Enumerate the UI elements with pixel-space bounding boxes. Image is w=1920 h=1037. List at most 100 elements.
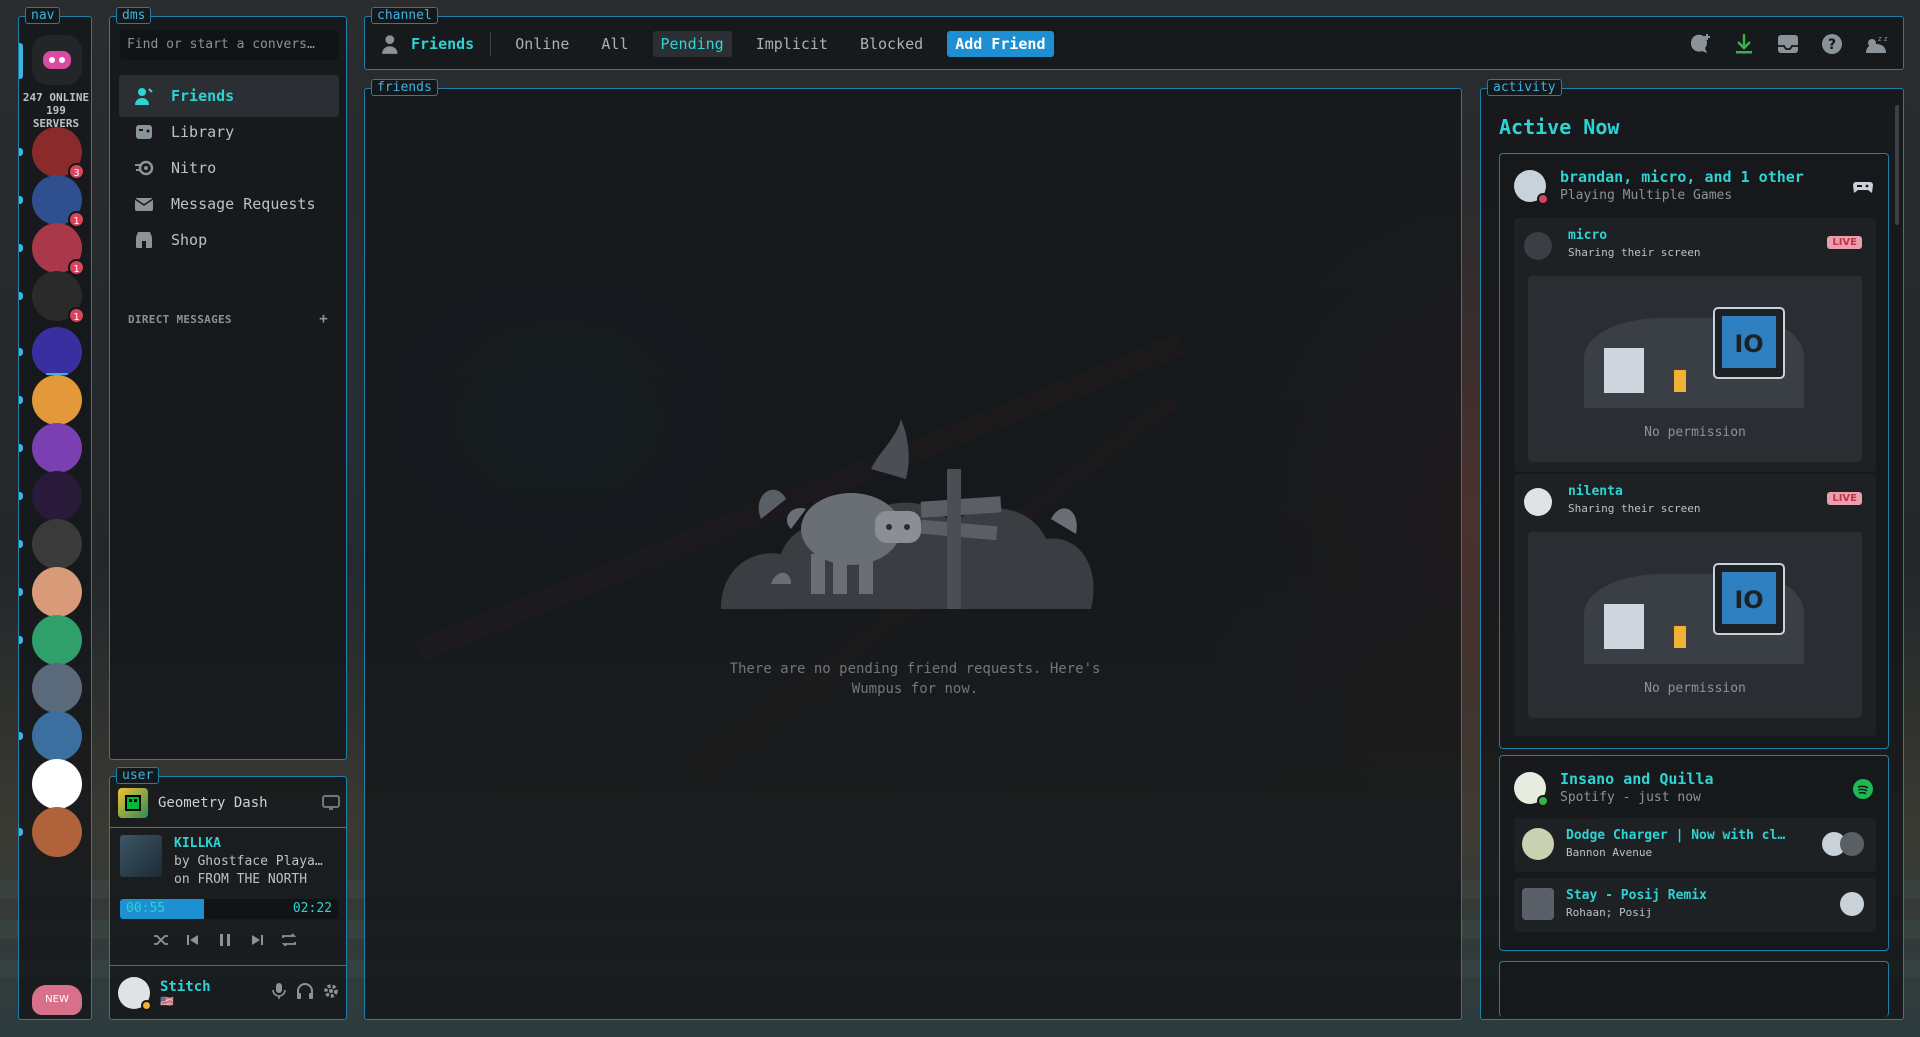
avatar [1840, 892, 1864, 916]
unread-indicator [19, 828, 23, 836]
add-friend-button[interactable]: Add Friend [947, 31, 1054, 57]
active-now-title: Active Now [1499, 115, 1620, 139]
person-wave-icon [133, 85, 155, 107]
spotify-track-artist: Rohaan; Posij [1566, 906, 1653, 919]
inbox-icon[interactable] [1775, 31, 1801, 57]
account-bar: Stitch 🇺🇸 [118, 973, 340, 1013]
tv-illustration: IO [1584, 307, 1804, 408]
stream-item[interactable]: nilenta Sharing their screen LIVE IO No … [1514, 474, 1876, 736]
divider [490, 32, 492, 56]
spotify-track-artist: Bannon Avenue [1566, 846, 1653, 859]
envelope-icon [133, 193, 155, 215]
sidebar-item-shop[interactable]: Shop [119, 219, 339, 261]
album-art [1522, 888, 1554, 920]
server-icon[interactable]: 1 [19, 223, 85, 276]
stream-status: Sharing their screen [1568, 502, 1701, 515]
online-server-stats: 247 ONLINE 199 SERVERS [22, 91, 90, 130]
shuffle-icon[interactable] [150, 929, 172, 951]
unread-indicator [19, 196, 23, 204]
download-icon[interactable] [1731, 31, 1757, 57]
server-icon[interactable] [19, 567, 82, 617]
empty-state-message: There are no pending friend requests. He… [729, 661, 1101, 697]
live-badge: LIVE [1827, 492, 1862, 505]
avatar [1840, 832, 1864, 856]
repeat-icon[interactable] [278, 929, 300, 951]
unread-indicator [19, 148, 23, 156]
new-server-button[interactable]: NEW [32, 985, 82, 1015]
screen-share-icon[interactable] [322, 795, 340, 811]
server-separator [46, 373, 68, 375]
divider [110, 827, 346, 828]
person-wave-icon [382, 35, 398, 54]
settings-gear-icon[interactable] [322, 982, 340, 1004]
panel-tag-activity: activity [1487, 79, 1562, 96]
next-track-icon[interactable] [246, 929, 268, 951]
server-icon[interactable] [19, 375, 82, 425]
tab-implicit[interactable]: Implicit [748, 31, 836, 57]
avatar [1514, 170, 1549, 205]
avatar [1524, 232, 1552, 260]
tv-illustration: IO [1584, 563, 1804, 664]
server-icon[interactable] [32, 663, 82, 713]
microphone-icon[interactable] [270, 982, 288, 1004]
shop-icon [133, 229, 155, 251]
track-progress-bar[interactable]: 00:55 02:22 [120, 899, 338, 919]
previous-track-icon[interactable] [182, 929, 204, 951]
svg-text:z z: z z [1878, 35, 1888, 43]
server-icon[interactable] [19, 423, 82, 473]
server-icon[interactable] [19, 711, 82, 761]
headphones-icon[interactable] [296, 982, 314, 1004]
stream-user-name: nilenta [1568, 484, 1623, 499]
track-title[interactable]: KILLKA [174, 835, 340, 853]
sidebar-item-label: Shop [171, 231, 208, 249]
stream-preview[interactable]: IO No permission [1528, 276, 1862, 462]
scrollbar[interactable] [1895, 105, 1899, 225]
server-icon[interactable]: 1 [19, 175, 85, 228]
activity-card-spotify[interactable]: Insano and Quilla Spotify - just now Dod… [1499, 755, 1889, 951]
pause-icon[interactable] [214, 929, 236, 951]
username[interactable]: Stitch [160, 979, 211, 995]
unread-indicator [19, 244, 23, 252]
direct-messages-label: DIRECT MESSAGES [128, 313, 232, 326]
server-icon[interactable] [32, 759, 82, 809]
unread-indicator [19, 444, 23, 452]
server-icon[interactable] [19, 807, 82, 857]
server-icon[interactable] [19, 471, 82, 521]
track-artist: by Ghostface Playa… [174, 854, 323, 869]
spotify-track-item[interactable]: Stay - Posij Remix Rohaan; Posij [1514, 878, 1876, 932]
add-dm-button[interactable]: + [319, 311, 328, 327]
activity-card-subtitle: Spotify - just now [1560, 790, 1701, 805]
stream-preview[interactable]: IO No permission [1528, 532, 1862, 718]
avatar[interactable] [118, 977, 152, 1011]
tab-all[interactable]: All [593, 31, 636, 57]
mention-badge: 1 [68, 307, 85, 324]
spotify-track-item[interactable]: Dodge Charger | Now with cl… Bannon Aven… [1514, 818, 1876, 872]
mention-badge: 1 [68, 259, 85, 276]
svg-text:?: ? [1828, 37, 1836, 53]
sidebar-item-label: Message Requests [171, 195, 316, 213]
server-icon[interactable] [19, 615, 82, 665]
panel-tag-dms: dms [116, 7, 152, 24]
user-panel: user Geometry Dash KILLKA by Ghostface P… [109, 767, 347, 1020]
sidebar-item-label: Friends [171, 87, 235, 105]
toolbar-icons: ? z z [1687, 31, 1889, 57]
current-game: Geometry Dash [118, 787, 340, 819]
server-icon[interactable]: 1 [19, 271, 85, 324]
stream-item[interactable]: micro Sharing their screen LIVE IO No pe… [1514, 218, 1876, 472]
sleeping-mascot-icon[interactable]: z z [1863, 31, 1889, 57]
search-input[interactable]: Find or start a convers… [120, 30, 338, 60]
tab-pending[interactable]: Pending [652, 31, 732, 57]
spotify-icon [1852, 778, 1874, 800]
nitro-icon [133, 157, 155, 179]
help-icon[interactable]: ? [1819, 31, 1845, 57]
new-group-dm-icon[interactable] [1687, 31, 1713, 57]
server-icon[interactable]: 3 [19, 127, 85, 180]
tab-blocked[interactable]: Blocked [852, 31, 931, 57]
tab-online[interactable]: Online [507, 31, 577, 57]
page-title-label: Friends [411, 35, 475, 53]
gamepad-icon [1852, 176, 1874, 198]
server-icon[interactable] [19, 519, 82, 569]
activity-card-games[interactable]: brandan, micro, and 1 other Playing Mult… [1499, 153, 1889, 749]
server-icon[interactable] [19, 327, 82, 377]
home-button[interactable] [19, 35, 82, 85]
